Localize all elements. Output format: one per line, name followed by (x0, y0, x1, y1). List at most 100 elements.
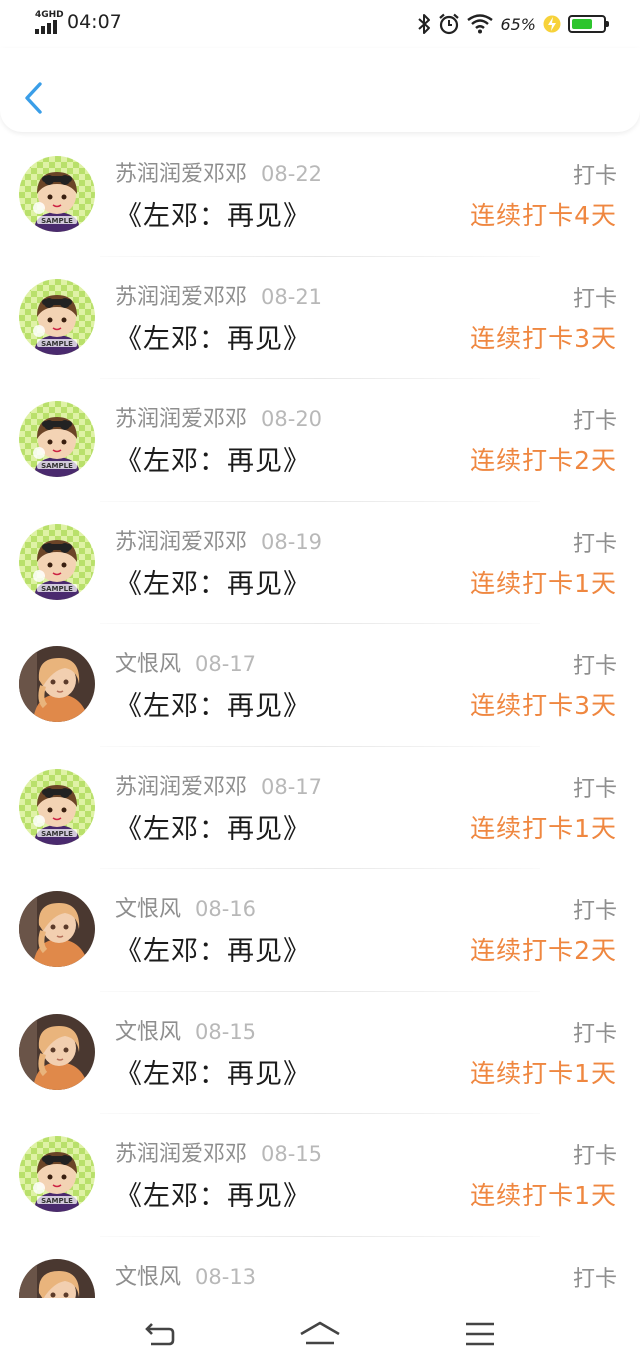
user-name[interactable]: 文恨风 (115, 1259, 181, 1291)
chevron-left-icon (25, 82, 42, 114)
user-name[interactable]: 文恨风 (115, 1014, 181, 1046)
charging-bolt-icon (543, 14, 561, 34)
checkin-label: 打卡 (572, 531, 617, 557)
checkin-date: 08-16 (195, 897, 257, 921)
checkin-label: 打卡 (572, 164, 617, 189)
user-name[interactable]: 文恨风 (115, 646, 181, 678)
clock: 04:07 (67, 11, 122, 33)
book-title[interactable]: 《左邓：再见》 (115, 929, 311, 968)
svg-text:SAMPLE: SAMPLE (41, 830, 73, 838)
item-meta: 文恨风 08-16 (115, 891, 256, 923)
bluetooth-icon (417, 13, 431, 35)
checkin-date: 08-22 (261, 162, 323, 186)
checkin-label: 打卡 (572, 409, 617, 434)
checkin-list[interactable]: SAMPLE 苏润润爱邓邓 08-22 打卡 《左邓：再见》 连续打卡4天 SAMPLE 苏润… (0, 134, 640, 1298)
checkin-date: 08-20 (261, 407, 323, 431)
nav-menu-button[interactable] (450, 1312, 510, 1356)
list-item[interactable]: SAMPLE 苏润润爱邓邓 08-15 打卡《左邓：再见》 连续打卡1天 (0, 1114, 640, 1237)
list-item[interactable]: SAMPLE 苏润润爱邓邓 08-22 打卡 《左邓：再见》 连续打卡4天 (0, 134, 640, 257)
list-item[interactable]: SAMPLE 苏润润爱邓邓 08-21 打卡《左邓：再见》 连续打卡3天 (0, 257, 640, 379)
list-item[interactable]: 文恨风 08-13 打卡 (0, 1237, 640, 1298)
book-title[interactable]: 《左邓：再见》 (115, 317, 311, 356)
user-name[interactable]: 苏润润爱邓邓 (115, 279, 247, 311)
list-item[interactable]: SAMPLE 苏润润爱邓邓 08-17 打卡 《左邓：再见》 连续打卡1天 (0, 747, 640, 869)
item-meta: 苏润润爱邓邓 08-19 (115, 524, 322, 556)
system-nav-bar (0, 1298, 640, 1372)
checkin-date: 08-19 (261, 529, 323, 554)
book-title[interactable]: 《左邓：再见》 (115, 1174, 311, 1213)
list-item[interactable]: 文恨风 08-15 打卡《左邓：再见》 连续打卡1天 (0, 992, 640, 1114)
avatar[interactable]: SAMPLE (19, 523, 95, 600)
book-title[interactable]: 《左邓：再见》 (115, 684, 311, 723)
checkin-label: 打卡 (572, 899, 617, 924)
avatar[interactable] (19, 891, 95, 967)
user-name[interactable]: 苏润润爱邓邓 (115, 156, 247, 188)
status-right: 65% (417, 11, 609, 37)
streak-text: 连续打卡2天 (470, 936, 617, 965)
user-name[interactable]: 苏润润爱邓邓 (115, 401, 247, 433)
book-title[interactable]: 《左邓：再见》 (115, 439, 311, 478)
svg-text:SAMPLE: SAMPLE (41, 1197, 73, 1205)
user-name[interactable]: 苏润润爱邓邓 (115, 769, 247, 801)
checkin-date: 08-13 (195, 1264, 257, 1289)
streak-text: 连续打卡3天 (470, 323, 617, 353)
checkin-label: 打卡 (572, 776, 617, 802)
checkin-date: 08-17 (195, 652, 257, 676)
avatar[interactable]: SAMPLE (19, 401, 95, 477)
list-item[interactable]: 文恨风 08-16 打卡《左邓：再见》 连续打卡2天 (0, 869, 640, 992)
back-nav-icon (145, 1323, 175, 1346)
book-title[interactable]: 《左邓：再见》 (115, 562, 311, 601)
item-meta: 文恨风 08-15 (115, 1014, 256, 1046)
streak-text: 连续打卡1天 (470, 568, 617, 598)
nav-back-button[interactable] (130, 1312, 190, 1356)
battery-percent: 65% (500, 14, 536, 34)
item-meta: 文恨风 08-13 (115, 1259, 256, 1291)
back-button[interactable] (18, 78, 52, 118)
list-item[interactable]: SAMPLE 苏润润爱邓邓 08-19 打卡《左邓：再见》 连续打卡1天 (0, 502, 640, 624)
avatar[interactable] (19, 1258, 95, 1298)
item-meta: 苏润润爱邓邓 08-21 (115, 279, 322, 311)
avatar[interactable]: SAMPLE (19, 156, 95, 232)
avatar[interactable]: SAMPLE (19, 768, 95, 845)
wifi-icon (467, 14, 494, 34)
list-item[interactable]: SAMPLE 苏润润爱邓邓 08-20 打卡《左邓：再见》 连续打卡2天 (0, 379, 640, 502)
header (0, 48, 640, 132)
network-type: 4GHD (35, 10, 64, 20)
avatar[interactable] (19, 1013, 95, 1090)
home-nav-icon (300, 1321, 340, 1345)
item-meta: 苏润润爱邓邓 08-20 (115, 401, 322, 433)
checkin-label: 打卡 (572, 1021, 617, 1047)
streak-text: 连续打卡2天 (470, 446, 617, 475)
signal-icon: 4GHD (35, 10, 64, 34)
streak-text: 连续打卡1天 (470, 1058, 617, 1088)
item-meta: 苏润润爱邓邓 08-15 (115, 1136, 322, 1168)
user-name[interactable]: 苏润润爱邓邓 (115, 1136, 247, 1168)
checkin-label: 打卡 (572, 654, 617, 679)
book-title[interactable]: 《左邓：再见》 (115, 807, 311, 846)
battery-icon (568, 15, 609, 33)
user-name[interactable]: 文恨风 (115, 891, 181, 923)
alarm-icon (438, 13, 460, 35)
checkin-label: 打卡 (572, 1144, 617, 1169)
checkin-date: 08-21 (261, 284, 323, 309)
checkin-label: 打卡 (572, 1266, 617, 1292)
checkin-date: 08-15 (195, 1019, 257, 1044)
svg-text:SAMPLE: SAMPLE (41, 585, 73, 593)
svg-text:SAMPLE: SAMPLE (41, 217, 73, 225)
streak-text: 连续打卡1天 (470, 1181, 617, 1210)
checkin-label: 打卡 (572, 286, 617, 312)
list-item[interactable]: 文恨风 08-17 打卡 《左邓：再见》 连续打卡3天 (0, 624, 640, 747)
avatar[interactable]: SAMPLE (19, 1136, 95, 1212)
book-title[interactable]: 《左邓：再见》 (115, 194, 311, 233)
battery-fill (572, 19, 592, 29)
avatar[interactable] (19, 646, 95, 722)
nav-home-button[interactable] (290, 1312, 350, 1356)
book-title[interactable]: 《左邓：再见》 (115, 1052, 311, 1091)
status-left: 4GHD 04:07 (35, 10, 122, 34)
streak-text: 连续打卡1天 (470, 813, 617, 843)
avatar[interactable]: SAMPLE (19, 278, 95, 355)
item-meta: 苏润润爱邓邓 08-22 (115, 156, 322, 188)
status-bar: 4GHD 04:07 65% (0, 0, 640, 48)
user-name[interactable]: 苏润润爱邓邓 (115, 524, 247, 556)
svg-text:SAMPLE: SAMPLE (41, 462, 73, 470)
